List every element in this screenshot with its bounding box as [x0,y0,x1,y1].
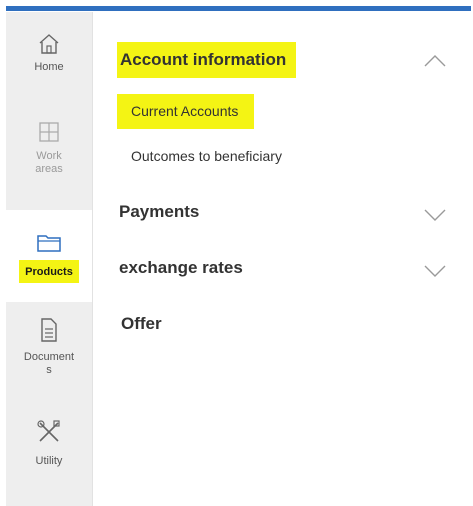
menu-item-current-accounts[interactable]: Current Accounts [117,94,255,129]
section-title: Account information [117,42,297,78]
grid-icon [39,122,59,142]
section-offer[interactable]: Offer [121,314,162,334]
menu-item-label: Outcomes to beneficiary [131,148,282,164]
sidebar-item-utility[interactable]: Utility [6,419,92,468]
products-label: Products [19,260,79,283]
chevron-down-icon[interactable] [423,208,447,222]
section-title: Offer [121,314,162,333]
sidebar: Home Work areas Products Document s Util… [6,12,93,506]
sidebar-item-label: Utility [35,455,63,467]
sidebar-item-products[interactable]: Products [6,210,92,302]
section-title: Payments [119,202,200,221]
tools-icon [37,420,60,442]
sidebar-item-documents[interactable]: Document s [6,317,92,377]
menu-item-label: Current Accounts [117,94,255,129]
folder-icon [37,235,61,252]
document-icon [41,318,57,342]
top-accent-line [6,6,471,11]
top-bar [0,0,473,12]
products-menu: Account information Current Accounts Out… [93,12,473,506]
section-payments[interactable]: Payments [119,202,199,222]
chevron-up-icon[interactable] [423,54,447,68]
section-exchange-rates[interactable]: exchange rates [119,258,243,278]
sidebar-item-label: Document s [23,351,75,376]
section-account-information[interactable]: Account information [117,42,297,78]
home-icon [39,34,59,54]
sidebar-item-label: Home [34,61,64,73]
sidebar-item-home[interactable]: Home [6,32,92,74]
sidebar-item-work-areas[interactable]: Work areas [6,120,92,176]
chevron-down-icon[interactable] [423,264,447,278]
section-title: exchange rates [119,258,243,277]
menu-item-outcomes-to-beneficiary[interactable]: Outcomes to beneficiary [131,148,282,164]
sidebar-item-label: Work areas [35,150,63,175]
